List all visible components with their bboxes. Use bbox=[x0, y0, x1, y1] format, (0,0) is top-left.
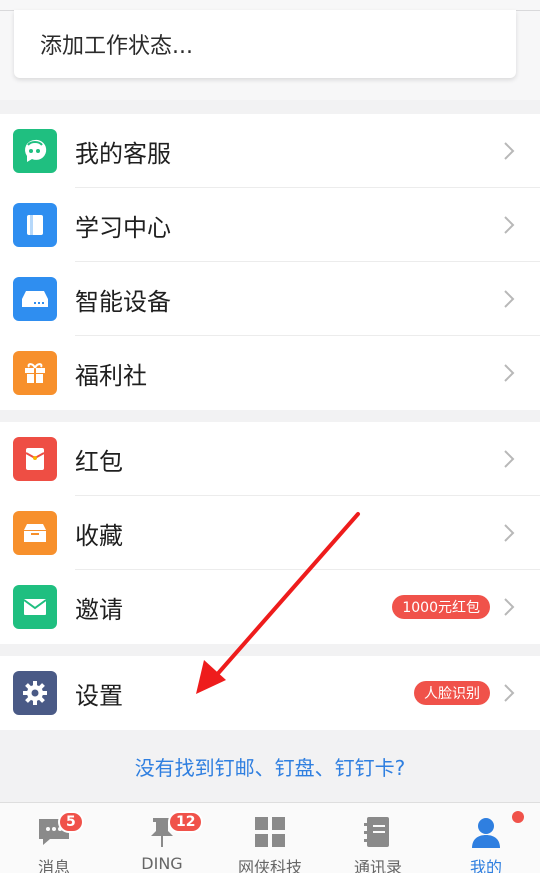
tab-messages[interactable]: 5 消息 bbox=[0, 803, 108, 873]
chevron-right-icon bbox=[504, 364, 515, 382]
tab-label: DING bbox=[141, 854, 183, 873]
work-status-card[interactable]: 添加工作状态... bbox=[14, 10, 516, 78]
tab-workspace[interactable]: 网侠科技 bbox=[216, 803, 324, 873]
favorites-box-icon bbox=[13, 511, 57, 555]
mail-icon bbox=[13, 585, 57, 629]
tab-label: 通讯录 bbox=[353, 858, 402, 873]
contacts-book-icon bbox=[360, 815, 396, 849]
menu-group-wallet: 红包 收藏 邀请 1000元红包 bbox=[0, 422, 540, 644]
grid-icon bbox=[252, 815, 288, 849]
menu-item-label: 红包 bbox=[75, 447, 123, 476]
book-icon bbox=[13, 203, 57, 247]
tab-label: 消息 bbox=[37, 858, 70, 873]
missing-features-link-area: 没有找到钉邮、钉盘、钉钉卡? bbox=[0, 730, 540, 802]
chevron-right-icon bbox=[504, 290, 515, 308]
menu-group-services: 我的客服 学习中心 智能设备 福利社 bbox=[0, 114, 540, 410]
missing-features-link[interactable]: 没有找到钉邮、钉盘、钉钉卡? bbox=[135, 752, 406, 781]
menu-item-label: 邀请 bbox=[75, 595, 123, 624]
tab-ding[interactable]: 12 DING bbox=[108, 803, 216, 873]
menu-item-label: 福利社 bbox=[75, 361, 147, 390]
me-notification-dot bbox=[512, 811, 524, 823]
bottom-tab-bar: 5 消息 12 DING 网侠科技 通讯录 我的 bbox=[0, 802, 540, 873]
menu-item-label: 学习中心 bbox=[75, 213, 171, 242]
ding-count-badge: 12 bbox=[168, 811, 204, 833]
menu-item-customer-service[interactable]: 我的客服 bbox=[0, 114, 540, 188]
messages-count-badge: 5 bbox=[58, 811, 84, 833]
menu-item-label: 收藏 bbox=[75, 521, 123, 550]
customer-service-icon bbox=[13, 129, 57, 173]
top-area: 添加工作状态... bbox=[0, 0, 540, 100]
menu-item-label: 智能设备 bbox=[75, 287, 171, 316]
invite-reward-badge: 1000元红包 bbox=[392, 595, 490, 619]
menu-item-welfare[interactable]: 福利社 bbox=[0, 336, 540, 410]
menu-item-smart-devices[interactable]: 智能设备 bbox=[0, 262, 540, 336]
menu-item-red-envelope[interactable]: 红包 bbox=[0, 422, 540, 496]
menu-item-label: 我的客服 bbox=[75, 139, 171, 168]
gear-icon bbox=[13, 671, 57, 715]
face-recognition-badge: 人脸识别 bbox=[414, 681, 490, 705]
chevron-right-icon bbox=[504, 598, 515, 616]
tab-me[interactable]: 我的 bbox=[432, 803, 540, 873]
chevron-right-icon bbox=[504, 450, 515, 468]
tab-label: 网侠科技 bbox=[237, 858, 302, 873]
chevron-right-icon bbox=[504, 524, 515, 542]
device-icon bbox=[13, 277, 57, 321]
work-status-placeholder: 添加工作状态... bbox=[40, 34, 193, 59]
menu-group-settings: 设置 人脸识别 bbox=[0, 656, 540, 730]
gift-icon bbox=[13, 351, 57, 395]
tab-label: 我的 bbox=[469, 858, 502, 873]
menu-item-learning-center[interactable]: 学习中心 bbox=[0, 188, 540, 262]
chevron-right-icon bbox=[504, 216, 515, 234]
menu-item-settings[interactable]: 设置 人脸识别 bbox=[0, 656, 540, 730]
chevron-right-icon bbox=[504, 142, 515, 160]
menu-item-label: 设置 bbox=[75, 681, 123, 710]
person-icon bbox=[468, 815, 504, 849]
red-envelope-icon bbox=[13, 437, 57, 481]
menu-item-favorites[interactable]: 收藏 bbox=[0, 496, 540, 570]
chevron-right-icon bbox=[504, 684, 515, 702]
menu-item-invite[interactable]: 邀请 1000元红包 bbox=[0, 570, 540, 644]
tab-contacts[interactable]: 通讯录 bbox=[324, 803, 432, 873]
